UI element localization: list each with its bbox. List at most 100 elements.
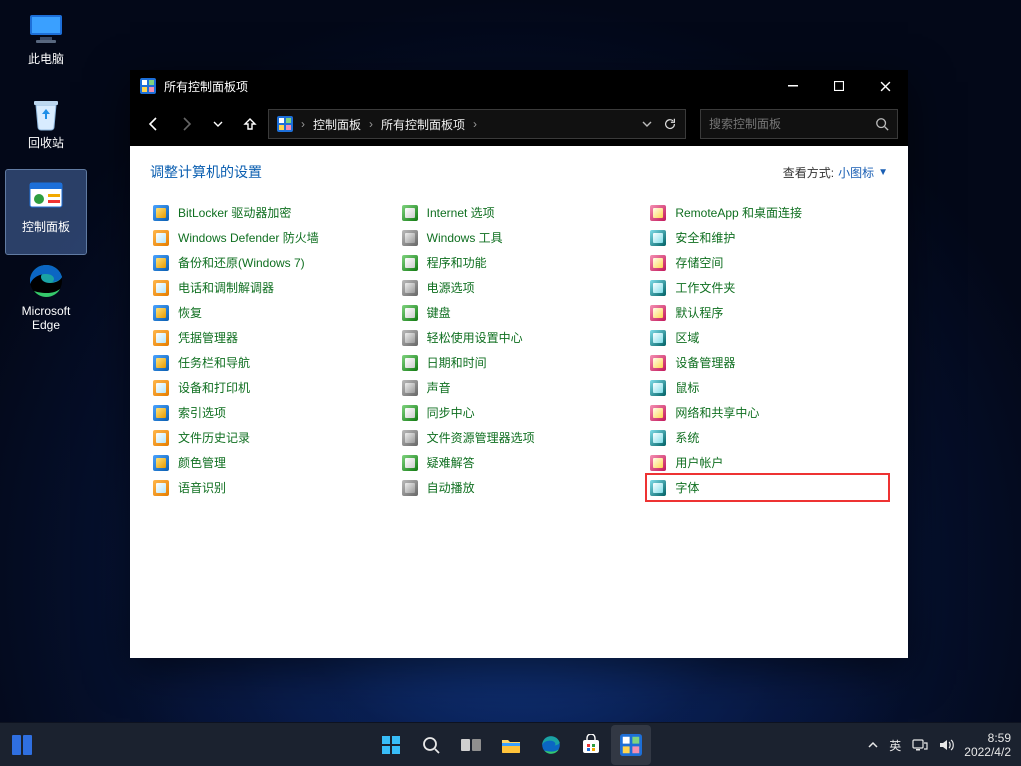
desktop-icon-recycle-bin[interactable]: 回收站 [6, 86, 86, 170]
item-icon [649, 304, 667, 322]
date-text: 2022/4/2 [964, 745, 1011, 759]
store-button[interactable] [571, 725, 611, 765]
control-panel-item[interactable]: Windows Defender 防火墙 [150, 225, 391, 250]
up-button[interactable] [236, 110, 264, 138]
item-icon [401, 204, 419, 222]
control-panel-item[interactable]: 系统 [647, 425, 888, 450]
item-icon [401, 479, 419, 497]
control-panel-item[interactable]: 凭据管理器 [150, 325, 391, 350]
chevron-right-icon[interactable]: › [473, 117, 477, 131]
item-icon [401, 379, 419, 397]
item-icon [401, 279, 419, 297]
tray-overflow-button[interactable] [867, 739, 879, 751]
clock[interactable]: 8:59 2022/4/2 [964, 731, 1017, 760]
time-text: 8:59 [964, 731, 1011, 745]
control-panel-item[interactable]: 键盘 [399, 300, 640, 325]
control-panel-item[interactable]: 任务栏和导航 [150, 350, 391, 375]
control-panel-item[interactable]: 区域 [647, 325, 888, 350]
item-label: 存储空间 [675, 254, 723, 271]
desktop-icon-edge[interactable]: Microsoft Edge [6, 254, 86, 338]
control-panel-item[interactable]: 默认程序 [647, 300, 888, 325]
control-panel-item[interactable]: 用户帐户 [647, 450, 888, 475]
control-panel-item[interactable]: 语音识别 [150, 475, 391, 500]
recycle-icon [25, 92, 67, 134]
item-label: 设备和打印机 [178, 379, 250, 396]
view-by-control[interactable]: 查看方式: 小图标 ▼ [783, 164, 888, 181]
control-panel-item[interactable]: 电源选项 [399, 275, 640, 300]
control-panel-item[interactable]: 声音 [399, 375, 640, 400]
task-view-button[interactable] [451, 725, 491, 765]
item-label: 工作文件夹 [675, 279, 735, 296]
chevron-right-icon[interactable]: › [301, 117, 305, 131]
item-label: 电话和调制解调器 [178, 279, 274, 296]
control-panel-item[interactable]: Internet 选项 [399, 200, 640, 225]
item-icon [649, 429, 667, 447]
control-panel-item[interactable]: 字体 [647, 475, 888, 500]
control-panel-item[interactable]: 日期和时间 [399, 350, 640, 375]
control-panel-item[interactable]: BitLocker 驱动器加密 [150, 200, 391, 225]
control-panel-item[interactable]: 同步中心 [399, 400, 640, 425]
close-button[interactable] [862, 70, 908, 102]
control-panel-item[interactable]: 自动播放 [399, 475, 640, 500]
item-label: 轻松使用设置中心 [427, 329, 523, 346]
titlebar[interactable]: 所有控制面板项 [130, 70, 908, 102]
search-button[interactable] [411, 725, 451, 765]
search-box[interactable] [700, 109, 898, 139]
item-label: 键盘 [427, 304, 451, 321]
item-icon [152, 479, 170, 497]
control-panel-item[interactable]: 备份和还原(Windows 7) [150, 250, 391, 275]
breadcrumb-item[interactable]: 所有控制面板项 [381, 116, 465, 133]
search-input[interactable] [709, 117, 875, 131]
ime-indicator[interactable]: 英 [889, 737, 902, 754]
address-dropdown[interactable] [641, 118, 653, 130]
control-panel-item[interactable]: RemoteApp 和桌面连接 [647, 200, 888, 225]
minimize-button[interactable] [770, 70, 816, 102]
item-label: 默认程序 [675, 304, 723, 321]
chevron-right-icon[interactable]: › [369, 117, 373, 131]
control-panel-icon [25, 176, 67, 218]
edge-taskbar-button[interactable] [531, 725, 571, 765]
search-icon[interactable] [875, 117, 889, 131]
volume-icon[interactable] [938, 738, 954, 752]
desktop-icon-control-panel[interactable]: 控制面板 [6, 170, 86, 254]
desktop: 此电脑 回收站 控制面板 Microsoft Edge [0, 0, 1021, 766]
control-panel-item[interactable]: 设备管理器 [647, 350, 888, 375]
control-panel-item[interactable]: 恢复 [150, 300, 391, 325]
item-label: 程序和功能 [427, 254, 487, 271]
desktop-icon-this-pc[interactable]: 此电脑 [6, 2, 86, 86]
back-button[interactable] [140, 110, 168, 138]
file-explorer-button[interactable] [491, 725, 531, 765]
address-bar[interactable]: › 控制面板 › 所有控制面板项 › [268, 109, 686, 139]
control-panel-taskbar-button[interactable] [611, 725, 651, 765]
breadcrumb-item[interactable]: 控制面板 [313, 116, 361, 133]
control-panel-item[interactable]: 轻松使用设置中心 [399, 325, 640, 350]
item-icon [152, 354, 170, 372]
control-panel-item[interactable]: 程序和功能 [399, 250, 640, 275]
maximize-button[interactable] [816, 70, 862, 102]
start-button[interactable] [371, 725, 411, 765]
recent-dropdown[interactable] [204, 110, 232, 138]
control-panel-item[interactable]: 鼠标 [647, 375, 888, 400]
icon-label: Microsoft Edge [6, 304, 86, 333]
item-icon [152, 329, 170, 347]
view-by-value[interactable]: 小图标 [838, 164, 874, 181]
control-panel-item[interactable]: 索引选项 [150, 400, 391, 425]
control-panel-item[interactable]: 颜色管理 [150, 450, 391, 475]
control-panel-item[interactable]: 工作文件夹 [647, 275, 888, 300]
control-panel-item[interactable]: 存储空间 [647, 250, 888, 275]
network-icon[interactable] [912, 738, 928, 752]
control-panel-item[interactable]: 安全和维护 [647, 225, 888, 250]
control-panel-item[interactable]: Windows 工具 [399, 225, 640, 250]
refresh-button[interactable] [663, 117, 677, 131]
control-panel-item[interactable]: 疑难解答 [399, 450, 640, 475]
control-panel-item[interactable]: 设备和打印机 [150, 375, 391, 400]
control-panel-item[interactable]: 电话和调制解调器 [150, 275, 391, 300]
control-panel-item[interactable]: 文件资源管理器选项 [399, 425, 640, 450]
item-icon [401, 304, 419, 322]
item-label: 凭据管理器 [178, 329, 238, 346]
item-label: 颜色管理 [178, 454, 226, 471]
widgets-button[interactable] [0, 723, 44, 766]
control-panel-item[interactable]: 网络和共享中心 [647, 400, 888, 425]
control-panel-item[interactable]: 文件历史记录 [150, 425, 391, 450]
forward-button[interactable] [172, 110, 200, 138]
